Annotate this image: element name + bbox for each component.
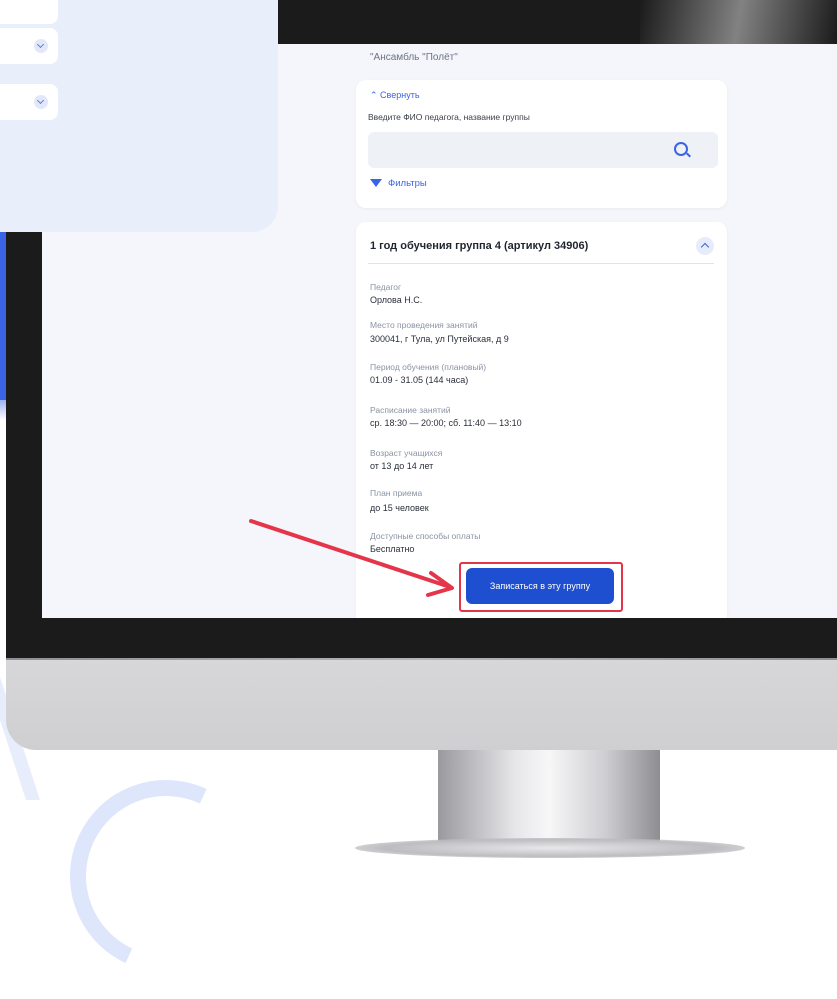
- filters-label: Фильтры: [388, 178, 427, 189]
- chevron-down-icon: [34, 95, 48, 109]
- capacity-value: до 15 человек: [370, 503, 429, 513]
- search-label: Введите ФИО педагога, название группы: [368, 112, 530, 122]
- left-panel-field[interactable]: [0, 0, 58, 24]
- location-value: 300041, г Тула, ул Путейская, д 9: [370, 334, 509, 344]
- age-value: от 13 до 14 лет: [370, 461, 434, 471]
- search-input[interactable]: [368, 132, 718, 168]
- left-panel-dropdown[interactable]: [0, 84, 58, 120]
- search-icon[interactable]: [674, 142, 688, 156]
- capacity-label: План приема: [370, 488, 423, 498]
- chevron-up-icon[interactable]: [696, 237, 714, 255]
- chevron-down-icon: [34, 39, 48, 53]
- group-title: 1 год обучения группа 4 (артикул 34906): [370, 240, 589, 252]
- monitor-chin: [6, 660, 837, 750]
- arrow-shaft: [249, 519, 452, 589]
- collapse-link[interactable]: ⌃ Свернуть: [370, 90, 420, 101]
- period-label: Период обучения (плановый): [370, 362, 487, 372]
- bezel-glare: [640, 0, 837, 44]
- location-label: Место проведения занятий: [370, 320, 478, 330]
- period-value: 01.09 - 31.05 (144 часа): [370, 375, 469, 385]
- monitor-base: [355, 838, 745, 858]
- divider: [368, 263, 714, 264]
- schedule-value: ср. 18:30 — 20:00; сб. 11:40 — 13:10: [370, 418, 522, 428]
- monitor-stand: [438, 750, 660, 842]
- filter-icon: [370, 179, 382, 187]
- search-card: ⌃ Свернуть Введите ФИО педагога, названи…: [356, 80, 727, 208]
- annotation-arrow: [249, 519, 454, 597]
- filters-button[interactable]: Фильтры: [370, 178, 427, 189]
- schedule-label: Расписание занятий: [370, 405, 451, 415]
- teacher-value: Орлова Н.С.: [370, 295, 423, 305]
- left-panel-dropdown[interactable]: [0, 28, 58, 64]
- teacher-label: Педагог: [370, 282, 402, 292]
- page-title: "Ансамбль "Полёт": [370, 52, 458, 63]
- left-filter-panel: [0, 0, 278, 232]
- enroll-button[interactable]: Записаться в эту группу: [466, 568, 614, 604]
- age-label: Возраст учащихся: [370, 448, 443, 458]
